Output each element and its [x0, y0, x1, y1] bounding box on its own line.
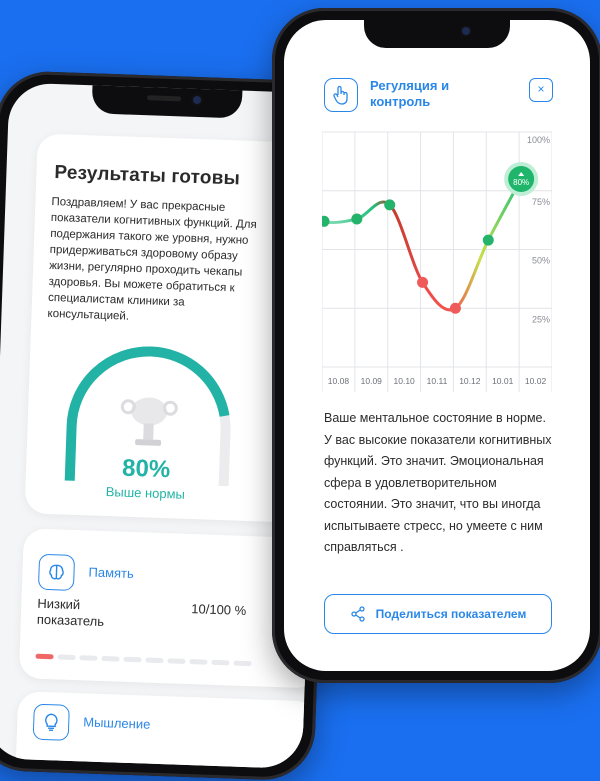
data-point: [417, 276, 429, 288]
trophy-icon: [120, 397, 178, 446]
y-tick-label: 50%: [532, 256, 550, 266]
y-tick-label: 25%: [532, 314, 550, 324]
regulation-screen: Регуляция и контроль × 100% 75% 50% 25% 10.…: [284, 20, 590, 671]
brain-icon: [37, 553, 76, 591]
x-tick-label: 10.02: [525, 376, 547, 386]
memory-score: 10/100 %: [191, 601, 247, 618]
screen-title: Регуляция и контроль: [370, 78, 450, 109]
lightbulb-icon: [32, 703, 70, 741]
x-tick-label: 10.10: [394, 376, 416, 386]
progress-dot: [233, 660, 252, 667]
progress-dot: [123, 656, 142, 663]
memory-level: Низкий показатель: [36, 595, 105, 630]
progress-dot: [57, 654, 76, 661]
camera: [462, 27, 470, 35]
results-text: Поздравляем! У вас прекрасные показатели…: [47, 195, 257, 323]
x-tick-label: 10.01: [492, 376, 514, 386]
notch: [364, 20, 510, 48]
share-icon: [351, 606, 365, 622]
state-description: Ваше ментальное состояние в норме. У вас…: [324, 411, 552, 554]
y-axis-labels: 100% 75% 50% 25%: [527, 135, 550, 324]
progress-dot: [189, 659, 208, 665]
progress-dot: [101, 655, 120, 662]
memory-title: Память: [88, 564, 135, 582]
progress-dot: [35, 653, 54, 660]
y-tick-label: 100%: [527, 135, 550, 145]
x-tick-label: 10.11: [427, 376, 448, 386]
data-point: [322, 215, 330, 227]
x-tick-label: 10.08: [328, 376, 350, 386]
close-button[interactable]: ×: [529, 78, 553, 102]
y-tick-label: 75%: [532, 197, 550, 207]
x-tick-label: 10.12: [459, 376, 481, 386]
data-point: [482, 234, 494, 246]
share-button[interactable]: Поделиться показателем: [324, 594, 552, 634]
x-tick-label: 10.09: [361, 376, 383, 386]
progress-dot: [145, 657, 164, 664]
progress-dot: [167, 658, 186, 664]
thinking-title: Мышление: [83, 714, 151, 732]
data-point: [384, 199, 396, 211]
highlight-badge: 80%: [504, 162, 539, 196]
highlight-value-label: 80%: [513, 178, 529, 187]
progress-dot: [79, 655, 98, 661]
data-point: [351, 213, 363, 225]
close-icon[interactable]: ×: [537, 82, 544, 96]
phone-front: Регуляция и контроль × 100% 75% 50% 25% 10.…: [272, 8, 600, 683]
x-axis-labels: 10.08 10.09 10.10 10.11 10.12 10.01 10.02: [328, 376, 547, 386]
share-button-label[interactable]: Поделиться показателем: [376, 607, 527, 621]
notch: [91, 85, 243, 119]
progress-dot: [211, 659, 230, 666]
hand-touch-icon: [324, 78, 358, 112]
data-points: [322, 199, 494, 314]
line-chart: 100%75%50%25% 10.08 10.09 10.10 10.11 10.12 1…: [322, 131, 552, 392]
data-point: [449, 302, 461, 314]
